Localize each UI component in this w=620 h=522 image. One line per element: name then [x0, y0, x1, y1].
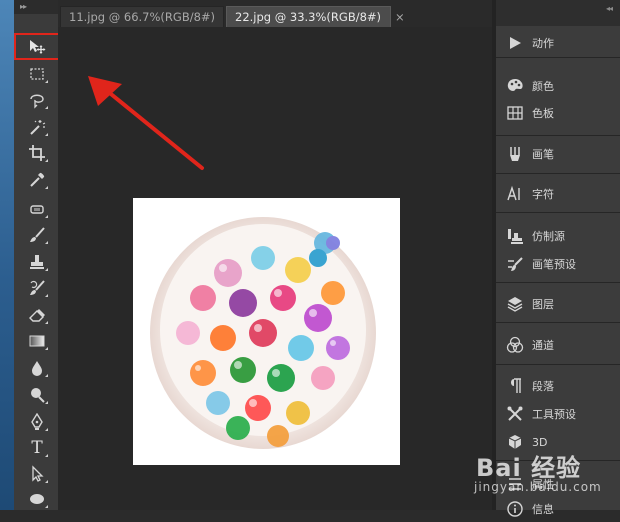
- panel-item-paragraph[interactable]: 段落: [496, 373, 620, 399]
- brush-icon: [30, 227, 45, 242]
- desktop-edge: [0, 0, 14, 510]
- eraser-tool[interactable]: [24, 304, 50, 326]
- panel-item-character[interactable]: 字符: [496, 181, 620, 207]
- path-selection-tool[interactable]: [24, 463, 50, 485]
- panel-group-brush: 画笔: [496, 138, 620, 174]
- brush-tool[interactable]: [24, 224, 50, 246]
- ellipse-icon: [30, 494, 44, 504]
- lasso-icon: [30, 94, 44, 109]
- panel-item-swatches[interactable]: 色板: [496, 100, 620, 126]
- clone-stamp-tool[interactable]: [24, 251, 50, 273]
- crop-icon: [29, 145, 45, 161]
- tab-label: 22.jpg @ 33.3%(RGB/8#): [235, 10, 382, 24]
- spot-healing-tool[interactable]: [24, 198, 50, 220]
- panel-group-character: 字符: [496, 176, 620, 213]
- toolbox: ▸▸ T: [14, 0, 59, 510]
- watermark-logo: Bai 经验: [476, 454, 582, 482]
- crop-tool[interactable]: [24, 142, 50, 164]
- dodge-tool[interactable]: [24, 384, 50, 406]
- panel-item-brush-presets[interactable]: 画笔预设: [496, 251, 620, 277]
- panel-group-layers: 图层: [496, 285, 620, 323]
- tab-label: 11.jpg @ 66.7%(RGB/8#): [69, 10, 216, 24]
- candy-bowl-image: [150, 217, 376, 449]
- document-image[interactable]: [133, 198, 400, 465]
- layers-icon: [504, 293, 526, 315]
- rect-marquee-tool[interactable]: [24, 63, 50, 85]
- panel-item-layers[interactable]: 图层: [496, 291, 620, 317]
- play-icon: [504, 32, 526, 54]
- drop-icon: [32, 361, 42, 376]
- tool-presets-icon: [504, 403, 526, 425]
- panel-item-color[interactable]: 颜色: [496, 73, 620, 99]
- history-brush-icon: [30, 280, 45, 295]
- palette-icon: [504, 75, 526, 97]
- brush-icon: [504, 143, 526, 165]
- tab-11-jpg[interactable]: 11.jpg @ 66.7%(RGB/8#)×: [60, 6, 239, 27]
- clone-source-icon: [504, 225, 526, 247]
- swatches-icon: [504, 102, 526, 124]
- panel-group-clone-source: 仿制源 画笔预设: [496, 215, 620, 283]
- panel-group-paragraph: 段落 工具预设 3D: [496, 367, 620, 461]
- gradient-tool[interactable]: [24, 330, 50, 352]
- tab-22-jpg[interactable]: 22.jpg @ 33.3%(RGB/8#) ×: [226, 6, 405, 27]
- eyedropper-tool[interactable]: [24, 169, 50, 191]
- lasso-tool[interactable]: [24, 89, 50, 111]
- baidu-jingyan-watermark: Bai 经验 jingyan.baidu.com: [472, 448, 620, 510]
- panel-item-brush[interactable]: 画笔: [496, 141, 620, 167]
- magic-wand-icon: [30, 120, 46, 135]
- gradient-icon: [29, 335, 45, 347]
- panel-group-color: 颜色 色板: [496, 60, 620, 136]
- eyedropper-icon: [30, 172, 45, 187]
- dodge-icon: [31, 388, 45, 403]
- paragraph-icon: [504, 375, 526, 397]
- blur-tool[interactable]: [24, 357, 50, 379]
- history-brush-tool[interactable]: [24, 277, 50, 299]
- eraser-icon: [29, 309, 45, 322]
- path-select-icon: [32, 465, 44, 482]
- panel-item-channels[interactable]: 通道: [496, 332, 620, 358]
- panel-item-tool-presets[interactable]: 工具预设: [496, 401, 620, 427]
- panel-item-clone-source[interactable]: 仿制源: [496, 223, 620, 249]
- ellipse-tool[interactable]: [24, 488, 50, 510]
- panel-expand-grip[interactable]: ◂◂: [606, 4, 613, 13]
- pen-icon: [31, 413, 43, 430]
- panel-group-actions: 动作: [496, 26, 620, 58]
- pen-tool[interactable]: [24, 411, 50, 433]
- panel-group-channels: 通道: [496, 325, 620, 365]
- tab-close-icon[interactable]: ×: [395, 10, 405, 24]
- watermark-url: jingyan.baidu.com: [474, 480, 602, 494]
- red-arrow-annotation: [88, 76, 204, 170]
- marquee-icon: [30, 68, 44, 80]
- type-icon: T: [31, 438, 43, 458]
- magic-wand-tool[interactable]: [24, 116, 50, 138]
- panel-dock-header: ◂◂: [496, 0, 620, 26]
- brush-presets-icon: [504, 253, 526, 275]
- bandage-icon: [30, 205, 44, 214]
- document-tab-bar: 11.jpg @ 66.7%(RGB/8#)× 22.jpg @ 33.3%(R…: [58, 0, 492, 28]
- toolbox-collapse-grip[interactable]: ▸▸: [14, 0, 58, 14]
- panel-item-actions[interactable]: 动作: [496, 30, 620, 56]
- stamp-icon: [30, 255, 44, 269]
- channels-icon: [504, 334, 526, 356]
- type-tool[interactable]: T: [24, 437, 50, 459]
- character-icon: [504, 183, 526, 205]
